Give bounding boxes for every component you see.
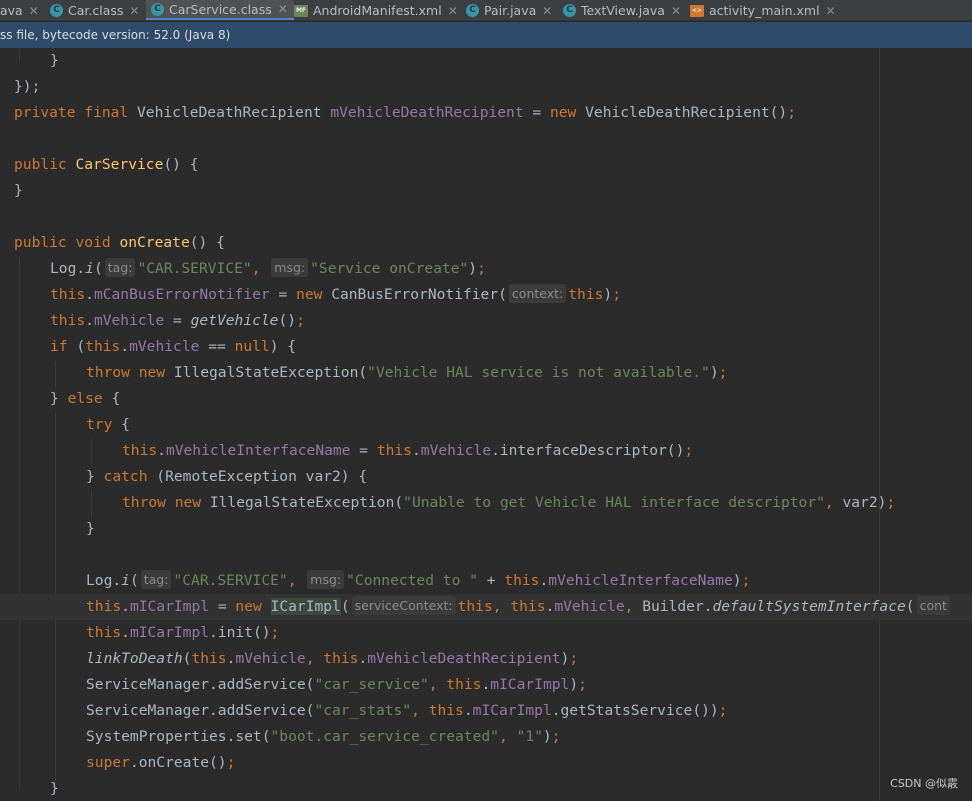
class-file-icon: C [563,4,576,17]
tab-textview-java[interactable]: C TextView.java ✕ [563,0,681,20]
tab-activity-main-xml[interactable]: <> activity_main.xml ✕ [690,0,836,20]
close-icon[interactable]: ✕ [448,4,458,18]
close-icon[interactable]: ✕ [671,4,681,18]
code-editor[interactable]: } }); private final VehicleDeathRecipien… [0,48,972,801]
code-line: this.mICarImpl.init(); [86,624,280,641]
code-line: throw new IllegalStateException("Unable … [122,494,896,511]
code-line: linkToDeath(this.mVehicle, this.mVehicle… [86,650,579,667]
code-line: }); [14,78,41,95]
code-line: } [14,182,23,199]
code-line: SystemProperties.set("boot.car_service_c… [86,728,561,745]
tab-label: ava [0,3,23,18]
code-line: this.mVehicleInterfaceName = this.mVehic… [122,442,694,459]
class-file-icon: C [50,4,63,17]
code-line: if (this.mVehicle == null) { [50,338,297,355]
tab-androidmanifest-xml[interactable]: MF AndroidManifest.xml ✕ [294,0,458,20]
code-line: throw new IllegalStateException("Vehicle… [86,364,728,381]
code-line: ServiceManager.addService("car_service",… [86,676,587,693]
param-hint: serviceContext: [351,596,456,615]
code-line-current: this.mICarImpl = new ICarImpl(serviceCon… [0,594,972,620]
code-line: Log.i(tag: "CAR.SERVICE", msg: "Connected … [86,570,751,589]
right-margin-guide [879,48,880,801]
watermark: CSDN @似霰 [890,777,958,790]
tab-carservice-class[interactable]: C CarService.class ✕ [146,0,294,20]
code-line: } [50,780,59,797]
code-line: this.mCanBusErrorNotifier = new CanBusEr… [50,284,621,303]
tab-label: CarService.class [169,1,272,17]
tab-java-file[interactable]: ava ✕ [0,0,39,20]
editor-tab-bar: ava ✕ C Car.class ✕ C CarService.class ✕… [0,0,972,21]
code-line: public CarService() { [14,156,199,173]
close-icon[interactable]: ✕ [542,4,552,18]
code-line: try { [86,416,130,433]
close-icon[interactable]: ✕ [29,4,39,18]
code-line: Log.i(tag: "CAR.SERVICE", msg: "Service on… [50,258,486,277]
close-icon[interactable]: ✕ [278,2,288,16]
tab-pair-java[interactable]: C Pair.java ✕ [466,0,552,20]
banner-text: ss file, bytecode version: 52.0 (Java 8) [0,28,231,42]
close-icon[interactable]: ✕ [129,4,139,18]
code-line: } else { [50,390,121,407]
code-line: } [50,52,59,69]
code-line: } [86,520,95,537]
param-hint: tag: [104,258,136,277]
tab-label: TextView.java [581,3,665,18]
class-file-icon: C [466,4,479,17]
code-line: public void onCreate() { [14,234,225,251]
close-icon[interactable]: ✕ [826,4,836,18]
code-line: super.onCreate(); [86,754,236,771]
manifest-file-icon: MF [294,4,308,17]
class-file-icon: C [151,2,164,16]
tab-label: AndroidManifest.xml [313,3,442,18]
decompiled-class-banner: ss file, bytecode version: 52.0 (Java 8) [0,22,972,48]
code-line: private final VehicleDeathRecipient mVeh… [14,104,797,121]
code-line: } catch (RemoteException var2) { [86,468,368,485]
tab-label: Pair.java [484,3,537,18]
code-line: this.mVehicle = getVehicle(); [50,312,305,329]
tab-label: activity_main.xml [709,3,820,18]
param-hint: cont [916,596,950,615]
param-hint: msg: [271,258,309,277]
code-line: ServiceManager.addService("car_stats", t… [86,702,728,719]
tab-car-class[interactable]: C Car.class ✕ [50,0,139,20]
tab-label: Car.class [68,3,124,18]
layout-file-icon: <> [690,4,704,17]
param-hint: context: [508,284,567,303]
param-hint: tag: [140,570,172,589]
param-hint: msg: [307,570,345,589]
